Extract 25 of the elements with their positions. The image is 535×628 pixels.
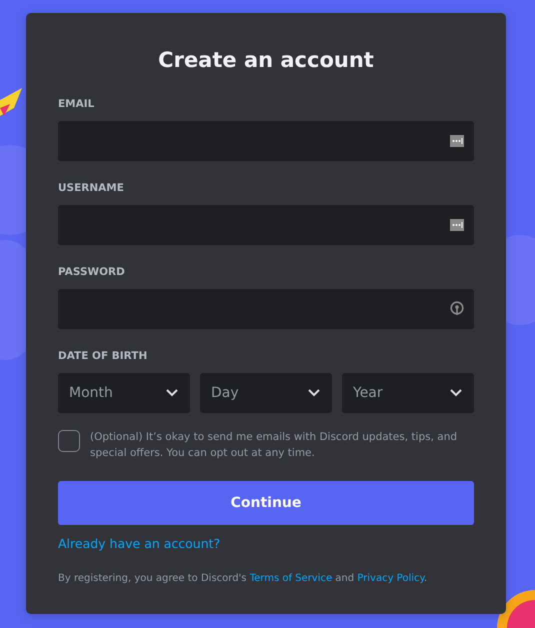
date-dropdown[interactable]: Day	[200, 373, 332, 413]
opt-in-text: (Optional) It’s okay to send me emails with Discord updates, tips, and special offers. You can opt out at any time.	[90, 430, 458, 461]
continue-button[interactable]: Continue	[58, 481, 474, 525]
date-dropdown[interactable]: Year	[342, 373, 474, 413]
field-label: PASSWORD	[58, 265, 125, 279]
chevron-icon	[308, 389, 320, 397]
field-label: USERNAME	[58, 181, 124, 195]
chevron-icon	[166, 389, 178, 397]
field-label: EMAIL	[58, 97, 94, 111]
field-label: DATE OF BIRTH	[58, 349, 148, 363]
input-field[interactable]	[58, 289, 474, 329]
policy-link[interactable]: Privacy Policy	[357, 573, 424, 584]
chevron-icon	[450, 389, 462, 397]
policy-link[interactable]: Terms of Service	[250, 573, 332, 584]
dots-icon[interactable]	[450, 219, 464, 231]
login-link[interactable]: Already have an account?	[58, 536, 220, 552]
dots-icon[interactable]	[450, 135, 464, 147]
checkbox[interactable]	[58, 430, 80, 452]
date-dropdown[interactable]: Month	[58, 373, 190, 413]
input-field[interactable]	[58, 121, 474, 161]
form-title: Create an account	[157, 47, 375, 74]
key-icon[interactable]	[450, 301, 464, 317]
terms-text: By registering, you agree to Discord's Terms of Service and Privacy Policy.	[58, 572, 428, 586]
paper-plane-drawing	[0, 88, 22, 116]
input-field[interactable]	[58, 205, 474, 245]
